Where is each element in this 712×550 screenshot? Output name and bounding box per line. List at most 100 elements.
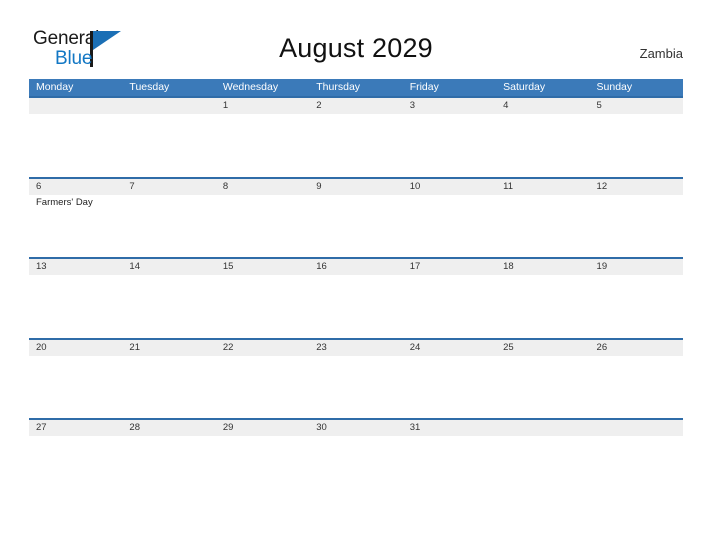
day-cell[interactable]: 19 bbox=[590, 259, 683, 275]
day-event-cell[interactable] bbox=[403, 114, 496, 176]
day-cell[interactable]: 20 bbox=[29, 340, 122, 356]
day-event-cell[interactable] bbox=[590, 436, 683, 498]
day-cell[interactable]: 30 bbox=[309, 420, 402, 436]
week-date-band: 6 7 8 9 10 11 12 bbox=[29, 178, 683, 195]
day-cell[interactable]: 12 bbox=[590, 179, 683, 195]
day-cell[interactable]: 5 bbox=[590, 98, 683, 114]
day-cell[interactable] bbox=[29, 98, 122, 114]
day-event-cell[interactable] bbox=[216, 195, 309, 257]
day-cell[interactable]: 24 bbox=[403, 340, 496, 356]
day-cell[interactable]: 7 bbox=[122, 179, 215, 195]
day-cell[interactable]: 21 bbox=[122, 340, 215, 356]
day-cell[interactable] bbox=[590, 420, 683, 436]
day-event-cell[interactable] bbox=[403, 356, 496, 418]
day-cell[interactable]: 2 bbox=[309, 98, 402, 114]
day-cell[interactable]: 6 bbox=[29, 179, 122, 195]
day-number: 18 bbox=[503, 261, 514, 272]
day-event-cell[interactable] bbox=[122, 195, 215, 257]
day-number: 29 bbox=[222, 422, 234, 433]
day-cell[interactable]: 27 bbox=[29, 420, 122, 436]
day-number: 15 bbox=[222, 261, 234, 272]
day-event-cell[interactable] bbox=[216, 436, 309, 498]
day-event-cell[interactable] bbox=[122, 356, 215, 418]
weekday-friday: Friday bbox=[409, 81, 439, 93]
day-cell[interactable]: 3 bbox=[403, 98, 496, 114]
day-cell[interactable]: 9 bbox=[309, 179, 402, 195]
event-label: Farmers' Day bbox=[36, 196, 93, 208]
week-row: 27 28 29 30 31 bbox=[29, 418, 683, 499]
day-event-cell[interactable] bbox=[122, 275, 215, 337]
day-event-cell[interactable] bbox=[29, 356, 122, 418]
day-cell[interactable]: 26 bbox=[590, 340, 683, 356]
day-number: 12 bbox=[596, 180, 608, 192]
day-event-cell[interactable] bbox=[29, 114, 122, 176]
day-event-cell[interactable] bbox=[496, 114, 589, 176]
day-event-cell[interactable] bbox=[309, 275, 402, 337]
day-number: 13 bbox=[36, 261, 47, 272]
day-cell[interactable]: 23 bbox=[309, 340, 402, 356]
page-title: August 2029 bbox=[279, 33, 433, 63]
day-event-cell[interactable] bbox=[590, 114, 683, 176]
day-event-cell[interactable] bbox=[309, 114, 402, 176]
weekday-wednesday: Wednesday bbox=[222, 81, 279, 93]
day-event-cell[interactable] bbox=[29, 436, 122, 498]
day-cell[interactable]: 15 bbox=[216, 259, 309, 275]
day-event-cell[interactable] bbox=[122, 436, 215, 498]
day-cell[interactable]: 17 bbox=[403, 259, 496, 275]
day-cell[interactable]: 11 bbox=[496, 179, 589, 195]
day-event-cell[interactable] bbox=[590, 275, 683, 337]
day-event-cell[interactable] bbox=[496, 356, 589, 418]
day-cell[interactable]: 10 bbox=[403, 179, 496, 195]
day-event-cell[interactable] bbox=[590, 195, 683, 257]
day-number: 21 bbox=[129, 341, 140, 353]
day-cell[interactable]: 13 bbox=[29, 259, 122, 275]
day-number: 9 bbox=[316, 180, 322, 192]
day-cell[interactable]: 8 bbox=[216, 179, 309, 195]
day-cell[interactable]: 22 bbox=[216, 340, 309, 356]
calendar-grid: Monday Tuesday Wednesday Thursday Friday… bbox=[29, 79, 683, 499]
weekday-monday: Monday bbox=[36, 81, 74, 93]
day-cell[interactable]: 4 bbox=[496, 98, 589, 114]
day-number: 30 bbox=[316, 422, 327, 433]
day-event-cell[interactable] bbox=[403, 436, 496, 498]
day-event-cell[interactable] bbox=[496, 436, 589, 498]
weekday-tuesday: Tuesday bbox=[129, 81, 170, 93]
day-cell[interactable]: 25 bbox=[496, 340, 589, 356]
day-event-cell[interactable] bbox=[403, 275, 496, 337]
day-event-cell[interactable] bbox=[403, 195, 496, 257]
day-number: 19 bbox=[596, 261, 608, 272]
day-event-cell[interactable] bbox=[216, 356, 309, 418]
day-event-cell[interactable]: Farmers' Day bbox=[29, 195, 122, 257]
day-number: 2 bbox=[316, 100, 322, 111]
day-cell[interactable]: 1 bbox=[216, 98, 309, 114]
day-cell[interactable]: 31 bbox=[403, 420, 496, 436]
day-event-cell[interactable] bbox=[309, 436, 402, 498]
page-header: General Blue August 2029 Zambia bbox=[0, 0, 712, 78]
day-event-cell[interactable] bbox=[590, 356, 683, 418]
day-event-cell[interactable] bbox=[122, 114, 215, 176]
day-event-cell[interactable] bbox=[496, 195, 589, 257]
day-cell[interactable]: 29 bbox=[216, 420, 309, 436]
day-event-cell[interactable] bbox=[309, 356, 402, 418]
week-events-row bbox=[29, 436, 683, 498]
day-number: 10 bbox=[409, 180, 421, 192]
week-row: 20 21 22 23 24 25 26 bbox=[29, 337, 683, 418]
day-number: 11 bbox=[503, 180, 513, 192]
day-event-cell[interactable] bbox=[496, 275, 589, 337]
day-cell[interactable] bbox=[496, 420, 589, 436]
day-cell[interactable]: 14 bbox=[122, 259, 215, 275]
day-event-cell[interactable] bbox=[309, 195, 402, 257]
day-number: 8 bbox=[222, 180, 229, 192]
day-event-cell[interactable] bbox=[29, 275, 122, 337]
day-event-cell[interactable] bbox=[216, 114, 309, 176]
day-number: 24 bbox=[409, 341, 421, 353]
day-cell[interactable] bbox=[122, 98, 215, 114]
calendar-page: General Blue August 2029 Zambia Monday T… bbox=[0, 0, 712, 550]
week-row: 6 7 8 9 10 11 12 Farmers' Day bbox=[29, 176, 683, 257]
day-number: 14 bbox=[129, 261, 140, 272]
day-cell[interactable]: 18 bbox=[496, 259, 589, 275]
day-cell[interactable]: 28 bbox=[122, 420, 215, 436]
day-number: 26 bbox=[596, 341, 608, 353]
day-cell[interactable]: 16 bbox=[309, 259, 402, 275]
day-event-cell[interactable] bbox=[216, 275, 309, 337]
